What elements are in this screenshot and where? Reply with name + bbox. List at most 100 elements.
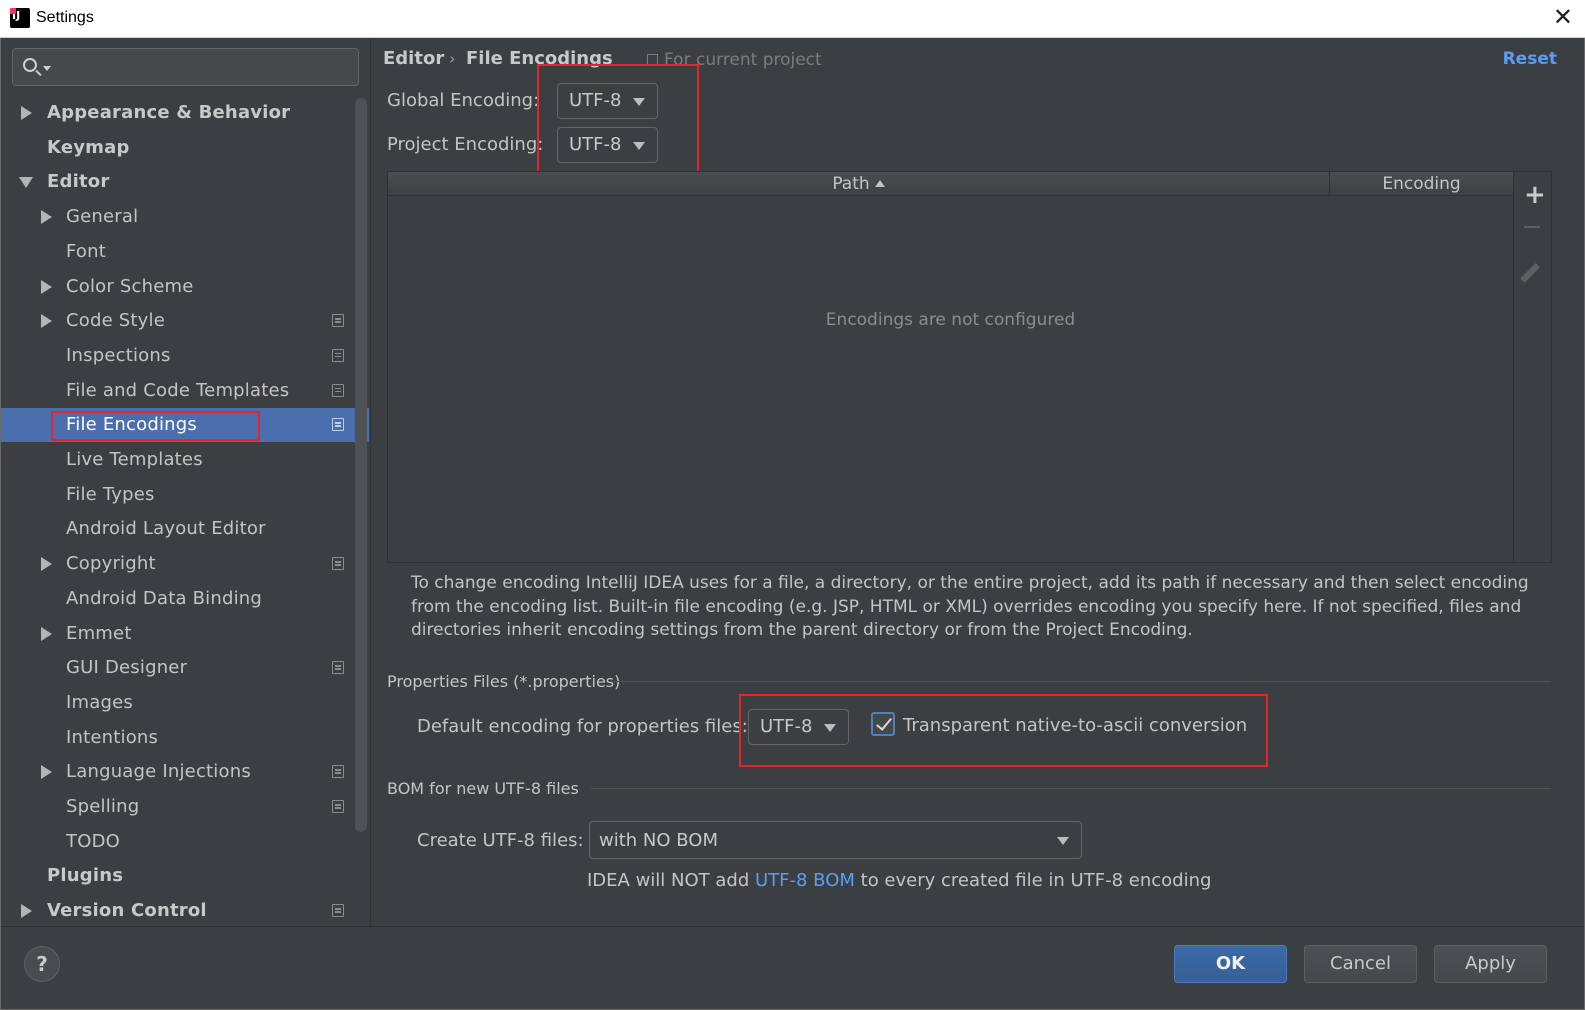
project-scope-icon	[332, 904, 344, 918]
project-scope-icon	[332, 557, 344, 571]
breadcrumb-separator: ›	[449, 49, 456, 68]
sidebar-item-label: TODO	[66, 830, 120, 852]
sidebar-item-label: Live Templates	[66, 449, 203, 470]
project-encoding-label: Project Encoding:	[387, 134, 544, 155]
expand-arrow-icon[interactable]	[41, 279, 52, 294]
bom-section-title: BOM for new UTF-8 files	[387, 779, 579, 798]
expand-arrow-icon[interactable]	[41, 765, 52, 780]
expand-arrow-icon[interactable]	[21, 106, 32, 120]
project-scope-icon	[332, 800, 344, 813]
sidebar-item-android-layout-editor[interactable]: Android Layout Editor	[1, 512, 369, 546]
sidebar-item-inspections[interactable]: Inspections	[1, 339, 369, 373]
sidebar-item-gui-designer[interactable]: GUI Designer	[1, 651, 369, 685]
path-encoding-table: Path Encoding Encodings are not configur…	[387, 171, 1514, 563]
dialog-button-bar: ? OK Cancel Apply	[1, 926, 1584, 1009]
project-scope-icon	[332, 661, 344, 675]
sidebar-item-file-encodings[interactable]: File Encodings	[1, 408, 369, 443]
chevron-down-icon	[1057, 837, 1069, 845]
sidebar-item-label: Plugins	[47, 865, 124, 887]
create-utf8-label: Create UTF-8 files:	[417, 830, 584, 851]
bom-note-suffix: to every created file in UTF-8 encoding	[854, 870, 1212, 891]
collapse-arrow-icon[interactable]	[19, 177, 33, 189]
annotation-box-selected-item	[51, 411, 260, 442]
window-title-bar: Settings ✕	[0, 0, 1585, 38]
project-scope-icon	[332, 383, 344, 397]
breadcrumb-parent[interactable]: Editor	[383, 48, 444, 69]
help-button[interactable]: ?	[24, 946, 60, 982]
cancel-button[interactable]: Cancel	[1304, 945, 1417, 983]
close-icon[interactable]: ✕	[1553, 5, 1573, 29]
sidebar-item-label: Copyright	[66, 553, 156, 575]
sidebar-item-spelling[interactable]: Spelling	[1, 790, 369, 824]
sidebar-item-keymap[interactable]: Keymap	[1, 131, 369, 165]
expand-arrow-icon[interactable]	[41, 557, 52, 572]
ok-button[interactable]: OK	[1174, 945, 1287, 983]
sidebar-item-label: File Types	[66, 483, 155, 505]
sidebar-item-intentions[interactable]: Intentions	[1, 721, 369, 755]
expand-arrow-icon[interactable]	[41, 210, 52, 225]
section-divider	[609, 681, 1551, 682]
sidebar-item-label: Color Scheme	[66, 275, 194, 297]
expand-arrow-icon[interactable]	[21, 904, 32, 919]
add-icon[interactable]: +	[1524, 182, 1546, 208]
column-header-encoding[interactable]: Encoding	[1330, 172, 1513, 196]
sidebar-item-emmet[interactable]: Emmet	[1, 617, 369, 651]
sidebar-scrollbar[interactable]	[355, 98, 367, 832]
sidebar-item-label: Spelling	[66, 796, 140, 817]
section-divider	[591, 788, 1551, 789]
sidebar-item-live-templates[interactable]: Live Templates	[1, 443, 369, 477]
search-history-dropdown-icon[interactable]	[43, 66, 51, 71]
sidebar-item-plugins[interactable]: Plugins	[1, 859, 369, 893]
table-empty-message: Encodings are not configured	[825, 310, 1076, 330]
encoding-help-text: To change encoding IntelliJ IDEA uses fo…	[411, 573, 1529, 640]
create-utf8-dropdown[interactable]: with NO BOM	[589, 821, 1082, 859]
sidebar-item-label: Images	[66, 691, 133, 713]
reset-link[interactable]: Reset	[1503, 49, 1557, 69]
sidebar-item-android-data-binding[interactable]: Android Data Binding	[1, 582, 369, 616]
project-scope-icon	[332, 314, 344, 328]
sidebar-item-label: General	[66, 206, 139, 228]
settings-dialog: Appearance & Behavior Keymap Editor General…	[0, 38, 1585, 1010]
apply-button[interactable]: Apply	[1434, 945, 1547, 983]
table-header: Path Encoding	[388, 172, 1513, 196]
sidebar-item-color-scheme[interactable]: Color Scheme	[1, 270, 369, 304]
column-path-label: Path	[832, 174, 870, 194]
intellij-app-icon	[10, 8, 30, 28]
settings-search-box[interactable]	[12, 48, 359, 86]
remove-icon[interactable]	[1524, 226, 1540, 228]
sidebar-item-language-injections[interactable]: Language Injections	[1, 755, 369, 789]
sidebar-item-appearance-behavior[interactable]: Appearance & Behavior	[1, 96, 369, 130]
sidebar-item-general[interactable]: General	[1, 200, 369, 234]
expand-arrow-icon[interactable]	[41, 314, 52, 329]
sidebar-item-file-and-code-templates[interactable]: File and Code Templates	[1, 374, 369, 408]
expand-arrow-icon[interactable]	[41, 626, 52, 641]
sidebar-item-label: Editor	[47, 171, 110, 193]
sidebar-item-label: Appearance & Behavior	[47, 102, 291, 123]
sidebar-item-label: Android Layout Editor	[66, 518, 266, 540]
file-encodings-panel: Editor › File Encodings For current proj…	[371, 38, 1584, 926]
sidebar-item-file-types[interactable]: File Types	[1, 478, 369, 512]
table-toolbar: +	[1514, 171, 1552, 563]
properties-default-encoding-label: Default encoding for properties files:	[417, 716, 748, 737]
project-scope-icon	[332, 418, 344, 432]
sidebar-item-label: GUI Designer	[66, 657, 188, 679]
search-icon	[23, 58, 37, 72]
settings-search-input[interactable]	[59, 53, 349, 81]
sidebar-item-label: Emmet	[66, 622, 132, 644]
edit-icon[interactable]	[1520, 263, 1540, 283]
sidebar-item-images[interactable]: Images	[1, 686, 369, 720]
sidebar-item-copyright[interactable]: Copyright	[1, 547, 369, 581]
sort-ascending-icon	[874, 180, 885, 187]
project-scope-icon	[332, 765, 344, 779]
sidebar-item-label: Version Control	[47, 900, 207, 922]
sidebar-item-label: Android Data Binding	[66, 587, 263, 609]
sidebar-item-version-control[interactable]: Version Control	[1, 894, 369, 928]
sidebar-item-code-style[interactable]: Code Style	[1, 304, 369, 338]
sidebar-item-editor[interactable]: Editor	[1, 165, 369, 199]
sidebar-item-font[interactable]: Font	[1, 235, 369, 269]
column-header-path[interactable]: Path	[388, 172, 1330, 196]
bom-note: IDEA will NOT add UTF-8 BOM to every cre…	[587, 870, 1211, 891]
sidebar-item-todo[interactable]: TODO	[1, 825, 369, 859]
utf8-bom-link[interactable]: UTF-8 BOM	[755, 870, 855, 891]
create-utf8-value: with NO BOM	[599, 830, 718, 851]
